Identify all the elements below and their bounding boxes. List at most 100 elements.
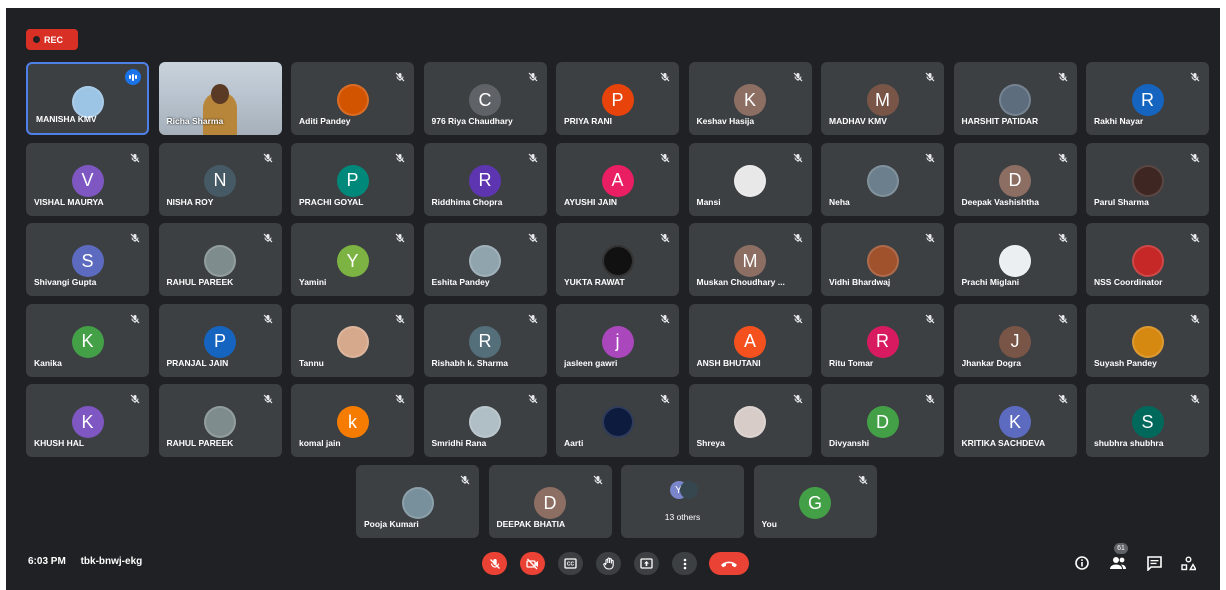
- participant-tile[interactable]: Richa Sharma: [158, 62, 282, 135]
- participant-tile[interactable]: R Rakhi Nayar: [1086, 62, 1209, 135]
- participant-tile[interactable]: K Kanika: [26, 303, 149, 377]
- participant-name: Richa Sharma: [166, 116, 224, 126]
- more-button[interactable]: [672, 552, 697, 575]
- avatar: [679, 481, 698, 499]
- participant-tile[interactable]: K Keshav Hasija: [688, 62, 812, 135]
- participant-tile[interactable]: YUKTA RAWAT: [556, 223, 679, 296]
- present-icon: [640, 558, 653, 569]
- mic-off-icon: [925, 391, 935, 404]
- participant-tile[interactable]: M Muskan Choudhary ...: [688, 223, 812, 296]
- participant-tile[interactable]: RAHUL PAREEK: [158, 223, 282, 296]
- participant-name: Aditi Pandey: [299, 116, 351, 126]
- avatar: A: [734, 325, 766, 358]
- participant-tile[interactable]: Smridhi Rana: [423, 384, 547, 457]
- mic-off-icon: [1190, 230, 1200, 243]
- participant-tile[interactable]: Neha: [821, 142, 944, 216]
- avatar: S: [1131, 406, 1164, 438]
- people-icon[interactable]: [1108, 553, 1128, 573]
- participant-tile[interactable]: J Jhankar Dogra: [953, 303, 1077, 377]
- participant-tile[interactable]: K KHUSH HAL: [26, 384, 149, 457]
- participant-name: Suyash Pandey: [1094, 357, 1157, 368]
- participant-tile[interactable]: RAHUL PAREEK: [158, 384, 282, 457]
- participant-name: HARSHIT PATIDAR: [961, 116, 1039, 126]
- more-icon: [683, 558, 687, 570]
- participant-tile[interactable]: G You: [753, 465, 877, 538]
- participant-tile[interactable]: A AYUSHI JAIN: [556, 142, 679, 216]
- participant-name: Mansi: [696, 196, 721, 207]
- mic-off-icon: [1058, 391, 1068, 404]
- participant-tile[interactable]: NSS Coordinator: [1086, 223, 1209, 296]
- mic-off-icon: [793, 311, 803, 323]
- participant-tile[interactable]: R Ritu Tomar: [821, 303, 944, 377]
- avatar: A: [601, 164, 634, 197]
- participant-name: PRACHI GOYAL: [299, 196, 364, 207]
- participant-tile[interactable]: P PRANJAL JAIN: [158, 303, 282, 377]
- mic-off-icon: [1058, 230, 1068, 243]
- participant-tile[interactable]: D DEEPAK BHATIA: [488, 465, 612, 538]
- participant-name: MADHAV KMV: [829, 116, 887, 126]
- participant-tile[interactable]: K KRITIKA SACHDEVA: [953, 384, 1077, 457]
- profile-photo: [336, 325, 369, 358]
- participant-tile[interactable]: Tannu: [291, 303, 414, 377]
- participant-tile[interactable]: Aarti: [556, 384, 679, 457]
- avatar: G: [799, 487, 831, 519]
- participant-tile[interactable]: Y 13 others: [621, 465, 744, 538]
- mic-off-icon: [793, 150, 803, 162]
- participant-tile[interactable]: N NISHA ROY: [158, 142, 282, 216]
- participant-name: Yamini: [299, 277, 327, 287]
- participant-tile[interactable]: S Shivangi Gupta: [26, 223, 149, 296]
- participant-tile[interactable]: C 976 Riya Chaudhary: [423, 62, 547, 135]
- mic-button[interactable]: [482, 552, 507, 575]
- mic-off-icon: [263, 150, 273, 162]
- mic-off-icon: [660, 391, 670, 404]
- participant-tile[interactable]: MANISHA KMV: [26, 62, 149, 135]
- raise-hand-button[interactable]: [596, 552, 621, 575]
- participant-name: NISHA ROY: [166, 196, 214, 207]
- participant-name: shubhra shubhra: [1094, 438, 1164, 448]
- participant-name: DEEPAK BHATIA: [496, 519, 566, 529]
- participant-tile[interactable]: Sshubhra shubhra: [1086, 384, 1209, 457]
- participant-tile[interactable]: Aditi Pandey: [291, 62, 414, 135]
- mic-off-icon: [528, 69, 538, 82]
- participant-tile[interactable]: Y Yamini: [291, 223, 414, 296]
- participant-tile[interactable]: Eshita Pandey: [423, 223, 547, 296]
- captions-button[interactable]: CC: [558, 552, 583, 575]
- participant-tile[interactable]: HARSHIT PATIDAR: [953, 62, 1077, 135]
- participant-tile[interactable]: k komal jain: [291, 384, 414, 457]
- chat-icon[interactable]: [1144, 553, 1164, 573]
- info-icon[interactable]: [1072, 553, 1092, 573]
- activities-icon[interactable]: [1178, 553, 1198, 573]
- participant-tile[interactable]: P PRIYA RANI: [556, 62, 679, 135]
- mic-off-icon: [1190, 150, 1200, 162]
- mic-off-icon: [660, 150, 670, 162]
- end-call-button[interactable]: [709, 552, 749, 575]
- mic-off-icon: [1190, 311, 1200, 323]
- participant-tile[interactable]: Suyash Pandey: [1086, 303, 1209, 377]
- participant-tile[interactable]: A ANSH BHUTANI: [688, 303, 812, 377]
- participant-tile[interactable]: D Divyanshi: [821, 384, 944, 457]
- avatar: R: [1131, 84, 1164, 116]
- participant-tile[interactable]: R Rishabh k. Sharma: [423, 303, 547, 377]
- participant-name: Smridhi Rana: [431, 438, 487, 448]
- participant-tile[interactable]: M MADHAV KMV: [821, 62, 944, 135]
- camera-button[interactable]: [520, 552, 545, 575]
- participant-name: Parul Sharma: [1094, 196, 1149, 207]
- participant-name: PRANJAL JAIN: [166, 357, 229, 368]
- record-dot-icon: [33, 36, 40, 43]
- participant-tile[interactable]: V VISHAL MAURYA: [26, 142, 149, 216]
- participant-tile[interactable]: Mansi: [688, 142, 812, 216]
- participant-tile[interactable]: Prachi Miglani: [953, 223, 1077, 296]
- participant-tile[interactable]: Pooja Kumari: [356, 465, 479, 538]
- participant-tile[interactable]: Parul Sharma: [1086, 142, 1209, 216]
- participant-name: PRIYA RANI: [564, 116, 613, 126]
- participant-tile[interactable]: j jasleen gawri: [556, 303, 679, 377]
- participant-name: 976 Riya Chaudhary: [431, 116, 513, 126]
- participant-tile[interactable]: R Riddhima Chopra: [423, 142, 547, 216]
- participant-tile[interactable]: Shreya: [688, 384, 812, 457]
- meeting-code[interactable]: tbk-bnwj-ekg: [81, 556, 143, 567]
- participant-tile[interactable]: D Deepak Vashishtha: [953, 142, 1077, 216]
- participant-tile[interactable]: Vidhi Bhardwaj: [821, 223, 944, 296]
- present-button[interactable]: [634, 552, 659, 575]
- participant-tile[interactable]: P PRACHI GOYAL: [291, 142, 414, 216]
- rec-label: REC: [44, 34, 64, 45]
